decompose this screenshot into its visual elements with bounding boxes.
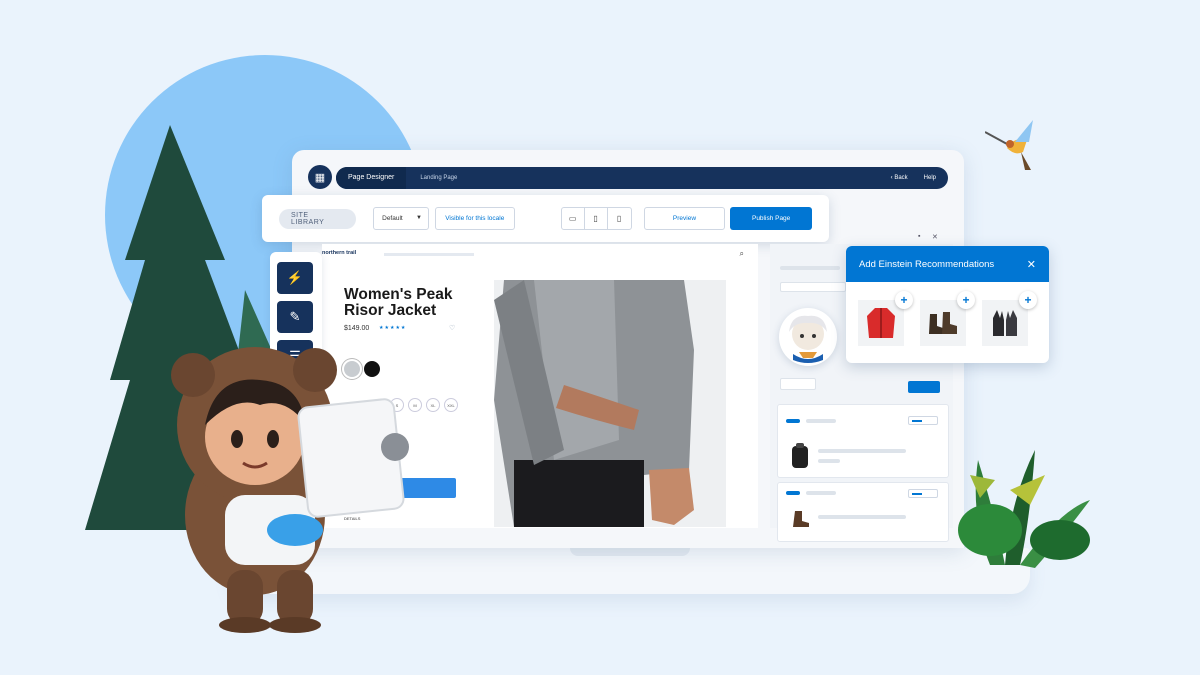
product-slot-card — [777, 482, 949, 542]
plant-illustration — [958, 450, 1090, 568]
add-icon[interactable]: + — [1019, 291, 1037, 309]
close-panel-icon[interactable]: ✕ — [932, 233, 938, 241]
close-icon[interactable]: ✕ — [1027, 258, 1036, 271]
product-title: Women's Peak Risor Jacket — [344, 286, 453, 319]
recommendation-item[interactable]: + — [920, 291, 975, 346]
top-navigation-bar: Page Designer Landing Page ‹ Back Help — [336, 167, 948, 189]
help-link[interactable]: Help — [924, 175, 936, 181]
minimize-icon[interactable]: ▪ — [918, 233, 920, 240]
device-switcher: ▭ ▯ ▯ — [560, 207, 632, 230]
einstein-avatar — [779, 308, 837, 366]
product-hero-image — [494, 280, 726, 527]
search-icon[interactable]: ⌕ — [740, 249, 744, 259]
visible-locale-button[interactable]: Visible for this locale — [434, 207, 515, 230]
einstein-recommendations-dialog: Add Einstein Recommendations ✕ + + + — [846, 246, 1049, 363]
size-option[interactable]: XXL — [444, 398, 458, 412]
locale-select-value: Default — [382, 215, 403, 222]
back-label: Back — [894, 175, 908, 181]
recommendation-list: + + + — [846, 282, 1049, 346]
product-slot-card — [777, 404, 949, 478]
site-library-button[interactable]: SITE LIBRARY — [279, 208, 357, 229]
mobile-icon[interactable]: ▯ — [608, 208, 631, 229]
boots-icon — [929, 312, 957, 334]
gloves-icon — [993, 310, 1017, 336]
panel-input[interactable] — [780, 282, 846, 292]
astro-mascot-illustration — [171, 347, 409, 633]
tab-landing-page[interactable]: Landing Page — [406, 175, 471, 181]
boot-icon — [793, 511, 809, 527]
back-link[interactable]: ‹ Back — [891, 175, 908, 181]
desktop-icon[interactable]: ▭ — [562, 208, 585, 229]
brand-logo[interactable]: northern trail — [322, 250, 356, 256]
home-icon[interactable]: ▦ — [308, 165, 332, 189]
panel-action-button[interactable] — [908, 381, 940, 393]
red-jacket-icon — [867, 308, 895, 338]
rating-stars: ★★★★★ — [379, 325, 407, 331]
tablet-icon[interactable]: ▯ — [585, 208, 608, 229]
add-icon[interactable]: + — [895, 291, 913, 309]
add-icon[interactable]: + — [957, 291, 975, 309]
brush-icon[interactable]: ✎ — [277, 301, 313, 333]
designer-toolbar: SITE LIBRARY Default ▼ Visible for this … — [262, 195, 829, 242]
publish-page-button[interactable]: Publish Page — [730, 207, 812, 230]
app-title: Page Designer — [336, 167, 407, 189]
backpack-icon — [792, 443, 808, 468]
site-navigation — [384, 253, 474, 256]
panel-placeholder-line — [780, 266, 840, 270]
dialog-title: Add Einstein Recommendations — [859, 258, 995, 270]
recommendation-item[interactable]: + — [858, 291, 913, 346]
heart-icon[interactable]: ♡ — [449, 324, 455, 332]
dialog-header: Add Einstein Recommendations ✕ — [846, 246, 1049, 282]
caret-down-icon: ▼ — [415, 215, 422, 221]
size-option[interactable]: XL — [426, 398, 440, 412]
panel-input[interactable] — [780, 378, 816, 390]
preview-button[interactable]: Preview — [643, 207, 726, 230]
recommendation-item[interactable]: + — [982, 291, 1037, 346]
hummingbird-illustration — [985, 120, 1033, 170]
lightning-icon[interactable]: ⚡ — [277, 262, 313, 294]
locale-select[interactable]: Default ▼ — [373, 207, 429, 230]
product-price: $149.00 — [344, 325, 370, 332]
